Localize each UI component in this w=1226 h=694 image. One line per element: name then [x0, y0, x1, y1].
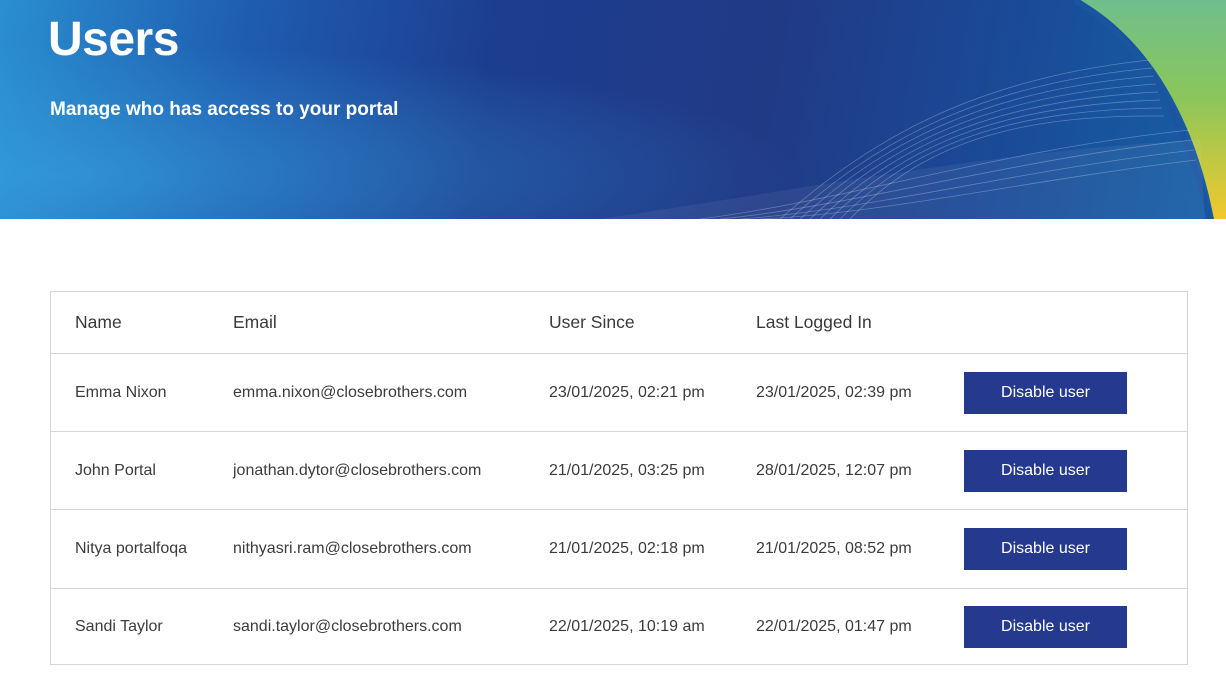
user-email: nithyasri.ram@closebrothers.com	[233, 540, 472, 557]
user-last-logged-in: 22/01/2025, 01:47 pm	[756, 617, 912, 635]
action-cell: Disable user	[964, 432, 1127, 509]
page-title: Users	[48, 13, 179, 66]
user-since: 22/01/2025, 10:19 am	[549, 617, 705, 635]
user-name: Sandi Taylor	[75, 617, 163, 635]
table-row: Sandi Taylor sandi.taylor@closebrothers.…	[51, 589, 1187, 664]
disable-user-button[interactable]: Disable user	[964, 371, 1127, 414]
user-email: jonathan.dytor@closebrothers.com	[233, 461, 482, 479]
page-header-banner: Users Manage who has access to your port…	[0, 0, 1226, 219]
user-name: John Portal	[75, 461, 156, 479]
user-last-logged-in: 28/01/2025, 12:07 pm	[756, 461, 912, 479]
user-since: 23/01/2025, 02:21 pm	[549, 383, 705, 401]
column-header-user-since: User Since	[549, 312, 635, 332]
action-cell: Disable user	[964, 510, 1127, 588]
user-last-logged-in: 21/01/2025, 08:52 pm	[756, 540, 912, 557]
column-header-last-logged-in: Last Logged In	[756, 312, 872, 332]
action-cell: Disable user	[964, 589, 1127, 664]
action-cell: Disable user	[964, 354, 1127, 431]
disable-user-button[interactable]: Disable user	[964, 605, 1127, 648]
disable-user-button[interactable]: Disable user	[964, 449, 1127, 492]
table-header-row: Name Email User Since Last Logged In	[51, 292, 1187, 354]
user-email: emma.nixon@closebrothers.com	[233, 383, 468, 401]
user-since: 21/01/2025, 03:25 pm	[549, 461, 705, 479]
user-name: Emma Nixon	[75, 383, 167, 401]
disable-user-button[interactable]: Disable user	[964, 528, 1127, 570]
table-row: John Portal jonathan.dytor@closebrothers…	[51, 432, 1187, 510]
users-table: Name Email User Since Last Logged In Emm…	[50, 291, 1188, 665]
page-subtitle: Manage who has access to your portal	[50, 99, 399, 120]
table-row: Nitya portalfoqa nithyasri.ram@closebrot…	[51, 510, 1187, 589]
column-header-email: Email	[233, 312, 277, 332]
user-last-logged-in: 23/01/2025, 02:39 pm	[756, 383, 912, 401]
user-email: sandi.taylor@closebrothers.com	[233, 617, 462, 635]
table-row: Emma Nixon emma.nixon@closebrothers.com …	[51, 354, 1187, 432]
user-name: Nitya portalfoqa	[75, 540, 188, 557]
column-header-name: Name	[75, 312, 122, 332]
user-since: 21/01/2025, 02:18 pm	[549, 540, 705, 557]
